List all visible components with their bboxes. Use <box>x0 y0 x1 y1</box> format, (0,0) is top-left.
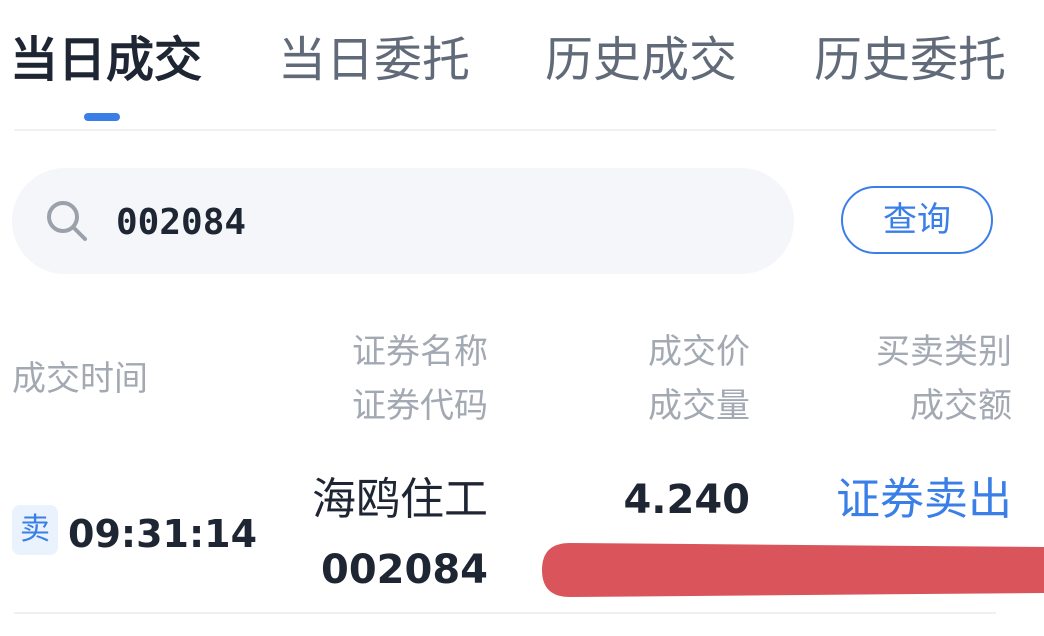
search-input[interactable] <box>116 194 756 250</box>
row-divider <box>14 612 996 614</box>
sell-badge: 卖 <box>12 505 58 555</box>
trade-price: 4.240 <box>623 477 750 523</box>
active-tab-indicator <box>84 113 120 121</box>
tab-bar: 当日成交 当日委托 历史成交 历史委托 <box>0 0 1044 130</box>
tab-divider <box>14 129 996 131</box>
redaction-mark <box>542 543 1044 597</box>
trade-type: 证券卖出 <box>836 474 1012 525</box>
query-button[interactable]: 查询 <box>841 186 993 254</box>
header-trade-volume: 成交量 <box>648 386 750 426</box>
header-security-name: 证券名称 <box>352 332 488 372</box>
header-trade-amount: 成交额 <box>910 386 1012 426</box>
header-trade-time: 成交时间 <box>12 359 148 399</box>
header-security-code: 证券代码 <box>352 386 488 426</box>
tab-today-orders[interactable]: 当日委托 <box>278 30 470 90</box>
tab-today-trades[interactable]: 当日成交 <box>10 30 202 90</box>
search-box[interactable] <box>12 168 794 274</box>
tab-history-orders[interactable]: 历史委托 <box>814 30 1006 90</box>
tab-history-trades[interactable]: 历史成交 <box>545 30 737 90</box>
trade-time: 09:31:14 <box>68 512 258 556</box>
security-name: 海鸥住工 <box>312 474 488 525</box>
search-icon <box>47 201 87 241</box>
header-trade-type: 买卖类别 <box>876 332 1012 372</box>
header-trade-price: 成交价 <box>648 332 750 372</box>
security-code: 002084 <box>321 547 488 593</box>
